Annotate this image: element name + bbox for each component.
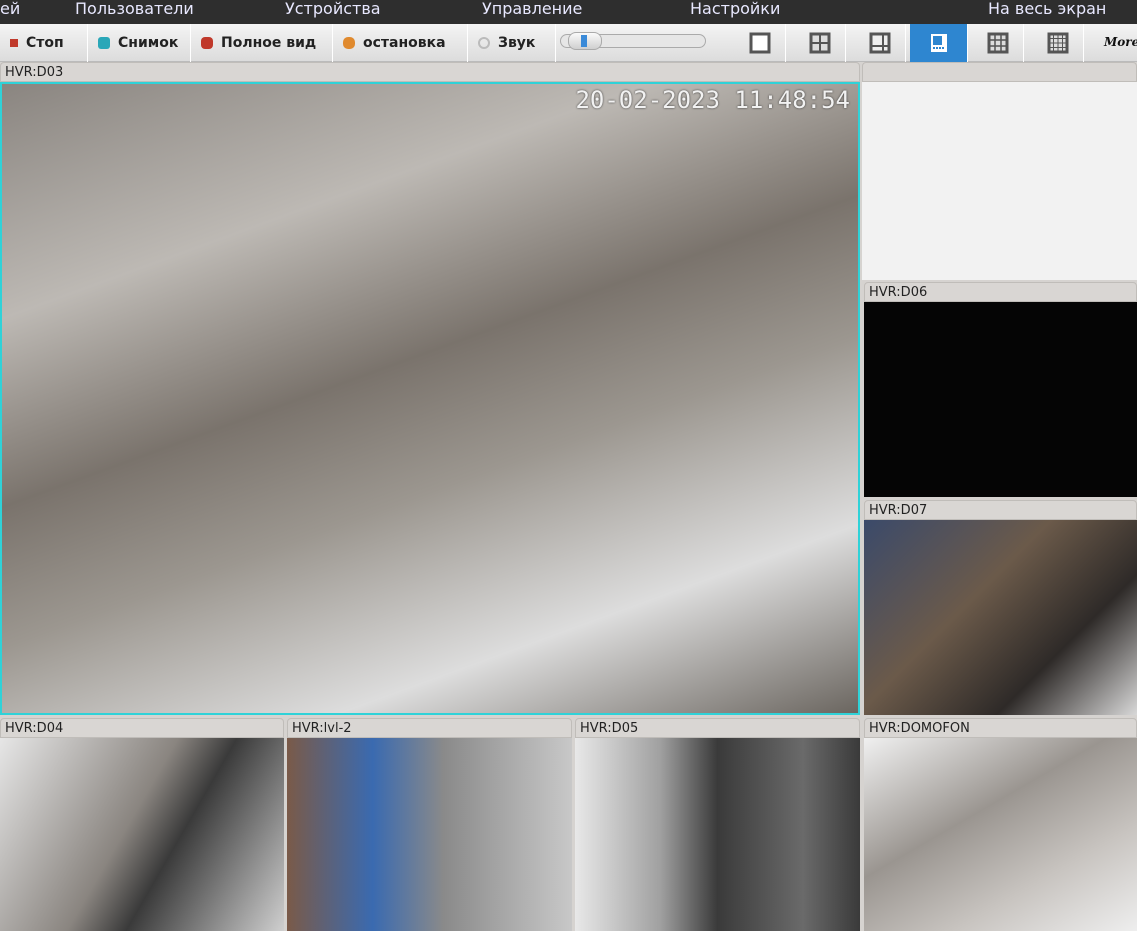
camera-label: HVR:D05: [575, 718, 860, 738]
video-feed[interactable]: [0, 738, 284, 931]
video-feed[interactable]: [864, 520, 1137, 715]
stop-recording-button[interactable]: остановка: [333, 24, 468, 62]
video-feed[interactable]: [864, 302, 1137, 497]
layout-4-icon: [809, 32, 830, 54]
menu-item-devices[interactable]: Устройства: [285, 0, 381, 18]
video-feed[interactable]: [864, 738, 1137, 931]
layout-8-button[interactable]: [910, 24, 968, 62]
more-button[interactable]: More: [1104, 35, 1137, 49]
toolbar: Стоп Снимок Полное вид остановка Звук Mo…: [0, 24, 1137, 62]
layout-6-icon: [869, 32, 890, 54]
camera-tile-d04[interactable]: HVR:D04: [0, 718, 284, 931]
camera-tile-empty[interactable]: [862, 62, 1137, 280]
full-video-label: Полное вид: [221, 35, 317, 51]
full-video-button[interactable]: Полное вид: [191, 24, 333, 62]
stop-label: Стоп: [26, 35, 64, 51]
record-icon: [201, 37, 213, 49]
snapshot-label: Снимок: [118, 35, 179, 51]
layout-8-icon: [930, 34, 947, 52]
layout-9-icon: [987, 32, 1008, 54]
camera-label: HVR:D06: [864, 282, 1137, 302]
hand-icon: [343, 37, 355, 49]
camera-tile-domofon[interactable]: HVR:DOMOFON: [864, 718, 1137, 931]
layout-16-icon: [1047, 32, 1068, 54]
camera-tile-lvl-2[interactable]: HVR:lvl-2: [287, 718, 572, 931]
stop-recording-label: остановка: [363, 35, 446, 51]
layout-1-icon: [749, 32, 770, 54]
video-feed[interactable]: [287, 738, 572, 931]
layout-6-button[interactable]: [854, 24, 906, 62]
camera-label: HVR:lvl-2: [287, 718, 572, 738]
timestamp: 20-02-2023 11:48:54: [575, 86, 850, 114]
mute-icon: [478, 37, 490, 49]
camera-label: HVR:DOMOFON: [864, 718, 1137, 738]
volume-slider[interactable]: [560, 32, 706, 50]
camera-tile-d07[interactable]: HVR:D07: [864, 500, 1137, 715]
camera-label: HVR:D04: [0, 718, 284, 738]
sound-label: Звук: [498, 35, 536, 51]
stop-icon: [10, 39, 18, 47]
video-feed[interactable]: [575, 738, 860, 931]
layout-4-button[interactable]: [794, 24, 846, 62]
sound-button[interactable]: Звук: [468, 24, 556, 62]
layout-9-button[interactable]: [972, 24, 1024, 62]
camera-label: HVR:D07: [864, 500, 1137, 520]
menu-item-settings[interactable]: Настройки: [690, 0, 780, 18]
stop-button[interactable]: Стоп: [0, 24, 88, 62]
menu-item-users[interactable]: Пользователи: [75, 0, 194, 18]
camera-label: HVR:D03: [0, 62, 860, 82]
layout-16-button[interactable]: [1032, 24, 1084, 62]
menu-item-management[interactable]: Управление: [482, 0, 582, 18]
camera-tile-d06[interactable]: HVR:D06: [864, 282, 1137, 497]
video-feed[interactable]: 20-02-2023 11:48:54: [0, 82, 860, 715]
snapshot-button[interactable]: Снимок: [88, 24, 191, 62]
video-feed-empty[interactable]: [862, 82, 1137, 280]
menu-item-fullscreen[interactable]: На весь экран: [988, 0, 1106, 18]
camera-tile-d03[interactable]: HVR:D03 20-02-2023 11:48:54: [0, 62, 860, 715]
camera-icon: [98, 37, 110, 49]
camera-label-empty: [862, 62, 1137, 82]
menu-bar: ей Пользователи Устройства Управление На…: [0, 0, 1137, 24]
menu-item-partial[interactable]: ей: [0, 0, 20, 18]
layout-1-button[interactable]: [734, 24, 786, 62]
volume-slider-handle[interactable]: [567, 32, 602, 50]
camera-tile-d05[interactable]: HVR:D05: [575, 718, 860, 931]
